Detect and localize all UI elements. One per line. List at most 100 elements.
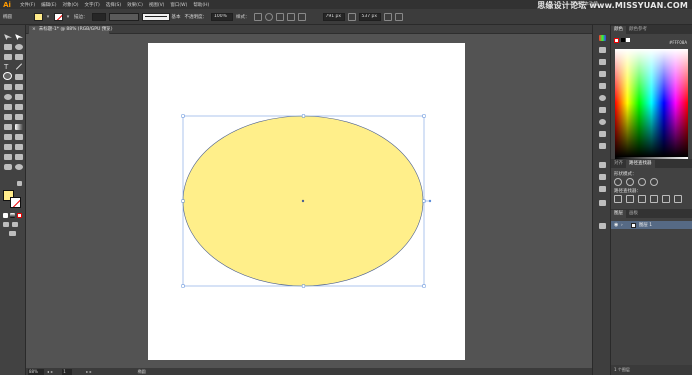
slice-tool-icon[interactable] <box>15 154 23 160</box>
draw-behind-icon[interactable] <box>12 222 18 227</box>
recolor-icon[interactable] <box>275 12 284 21</box>
minus-back-icon[interactable] <box>674 195 682 203</box>
appearance-icon[interactable] <box>599 131 606 137</box>
layer-name[interactable]: 图层 1 <box>639 222 652 228</box>
color-guide-icon[interactable] <box>599 47 606 53</box>
link-proportions-icon[interactable] <box>347 12 356 21</box>
tab-color[interactable]: 颜色 <box>611 26 626 34</box>
document-tab[interactable]: × 未标题-1* @ 88% (RGB/GPU 预览) <box>28 25 112 34</box>
hex-value[interactable]: #FFF08A <box>669 40 687 45</box>
color-mode-icon[interactable] <box>3 213 8 218</box>
unite-icon[interactable] <box>614 178 622 186</box>
width-tool-icon[interactable] <box>4 104 12 110</box>
gradient-panel-icon[interactable] <box>599 107 606 113</box>
tab-layers[interactable]: 图层 <box>611 210 626 218</box>
align-icon[interactable] <box>286 12 295 21</box>
intersect-icon[interactable] <box>638 178 646 186</box>
mesh-tool-icon[interactable] <box>4 124 12 130</box>
gradient-tool-icon[interactable] <box>15 124 23 130</box>
transform-icon[interactable] <box>297 12 306 21</box>
eye-icon[interactable]: ◉ <box>614 222 621 228</box>
ellipse-tool-icon[interactable] <box>3 72 12 80</box>
menu-view[interactable]: 视图(V) <box>149 2 165 8</box>
transparency-icon[interactable] <box>599 119 606 125</box>
stroke-color-box[interactable] <box>10 197 21 208</box>
brushes-icon[interactable] <box>599 71 606 77</box>
eraser-tool-icon[interactable] <box>15 84 23 90</box>
height-field[interactable]: 537 px <box>358 12 381 21</box>
tab-align[interactable]: 对齐 <box>611 160 626 168</box>
expand-arrow-icon[interactable]: › <box>621 223 623 228</box>
chevron-down-icon[interactable]: ▾ <box>45 13 51 21</box>
artboard[interactable] <box>148 43 465 360</box>
pathfinder-panel-icon[interactable] <box>599 186 606 192</box>
color-panel-icon[interactable] <box>599 35 606 41</box>
menu-effect[interactable]: 效果(C) <box>127 2 143 8</box>
direct-selection-tool-icon[interactable] <box>15 34 23 40</box>
menu-file[interactable]: 文件(F) <box>20 2 35 8</box>
menu-select[interactable]: 选择(S) <box>106 2 121 8</box>
shape-options-icon[interactable] <box>264 12 273 21</box>
white-swatch[interactable] <box>626 38 630 42</box>
panel-menu-icon[interactable] <box>394 12 403 21</box>
tab-artboards[interactable]: 画板 <box>626 210 641 218</box>
zoom-level-field[interactable]: 88% <box>28 368 44 375</box>
tab-pathfinder[interactable]: 路径查找器 <box>626 160 655 168</box>
scale-tool-icon[interactable] <box>15 94 23 100</box>
screen-mode-icon[interactable] <box>9 231 16 236</box>
layers-panel-icon[interactable] <box>599 223 606 229</box>
zoom-tool-icon[interactable] <box>15 164 23 170</box>
width-field[interactable]: 791 px <box>322 12 345 21</box>
free-transform-tool-icon[interactable] <box>15 104 23 110</box>
fill-color-swatch[interactable] <box>34 12 43 21</box>
hex-value-text[interactable]: FFF08A <box>672 40 687 45</box>
symbols-icon[interactable] <box>599 83 606 89</box>
transform-panel-icon[interactable] <box>599 162 606 168</box>
isolate-icon[interactable] <box>383 12 392 21</box>
artboard-nav-next-icon[interactable]: ▸ ▸ <box>86 369 91 374</box>
tab-color-guide[interactable]: 颜色参考 <box>626 26 650 34</box>
variable-width-field[interactable] <box>108 12 139 21</box>
artboard-nav-icon[interactable]: ◂ ◂ <box>47 369 52 374</box>
symbol-sprayer-tool-icon[interactable] <box>4 144 12 150</box>
close-icon[interactable]: × <box>32 27 36 32</box>
color-spectrum[interactable] <box>615 49 688 157</box>
menu-object[interactable]: 对象(O) <box>62 2 78 8</box>
stroke-style-label[interactable]: 基本 <box>172 14 181 20</box>
shape-builder-tool-icon[interactable] <box>4 114 12 120</box>
character-panel-icon[interactable] <box>599 200 606 206</box>
layer-row[interactable]: ◉ › 图层 1 <box>611 221 692 229</box>
none-mode-icon[interactable] <box>17 213 22 218</box>
outline-icon[interactable] <box>662 195 670 203</box>
hand-tool-icon[interactable] <box>4 164 12 170</box>
opacity-field[interactable]: 100% <box>211 12 233 21</box>
perspective-grid-tool-icon[interactable] <box>15 114 23 120</box>
column-graph-tool-icon[interactable] <box>15 144 23 150</box>
crop-icon[interactable] <box>650 195 658 203</box>
artboard-number-field[interactable]: 1 <box>62 368 73 375</box>
merge-icon[interactable] <box>638 195 646 203</box>
chevron-down-icon[interactable]: ▾ <box>65 13 71 21</box>
divide-icon[interactable] <box>614 195 622 203</box>
shaper-tool-icon[interactable] <box>4 84 12 90</box>
selection-tool-icon[interactable] <box>4 34 12 40</box>
pen-tool-icon[interactable] <box>4 54 12 60</box>
draw-mode-icon[interactable] <box>3 222 9 227</box>
black-swatch[interactable] <box>621 38 625 42</box>
menu-help[interactable]: 帮助(H) <box>193 2 209 8</box>
menu-window[interactable]: 窗口(W) <box>170 2 187 8</box>
swatches-icon[interactable] <box>599 59 606 65</box>
line-tool-icon[interactable] <box>15 63 23 70</box>
paintbrush-tool-icon[interactable] <box>15 74 23 80</box>
swap-fill-stroke-icon[interactable] <box>17 181 22 186</box>
minus-front-icon[interactable] <box>626 178 634 186</box>
none-color-icon[interactable] <box>614 38 619 43</box>
menu-edit[interactable]: 编辑(E) <box>41 2 56 8</box>
stroke-profile-sample[interactable] <box>141 12 170 21</box>
menu-type[interactable]: 文字(T) <box>85 2 100 8</box>
type-tool-icon[interactable]: T <box>4 64 12 71</box>
lasso-tool-icon[interactable] <box>15 44 23 50</box>
curvature-tool-icon[interactable] <box>15 54 23 60</box>
exclude-icon[interactable] <box>650 178 658 186</box>
stroke-none-swatch[interactable] <box>54 12 63 21</box>
